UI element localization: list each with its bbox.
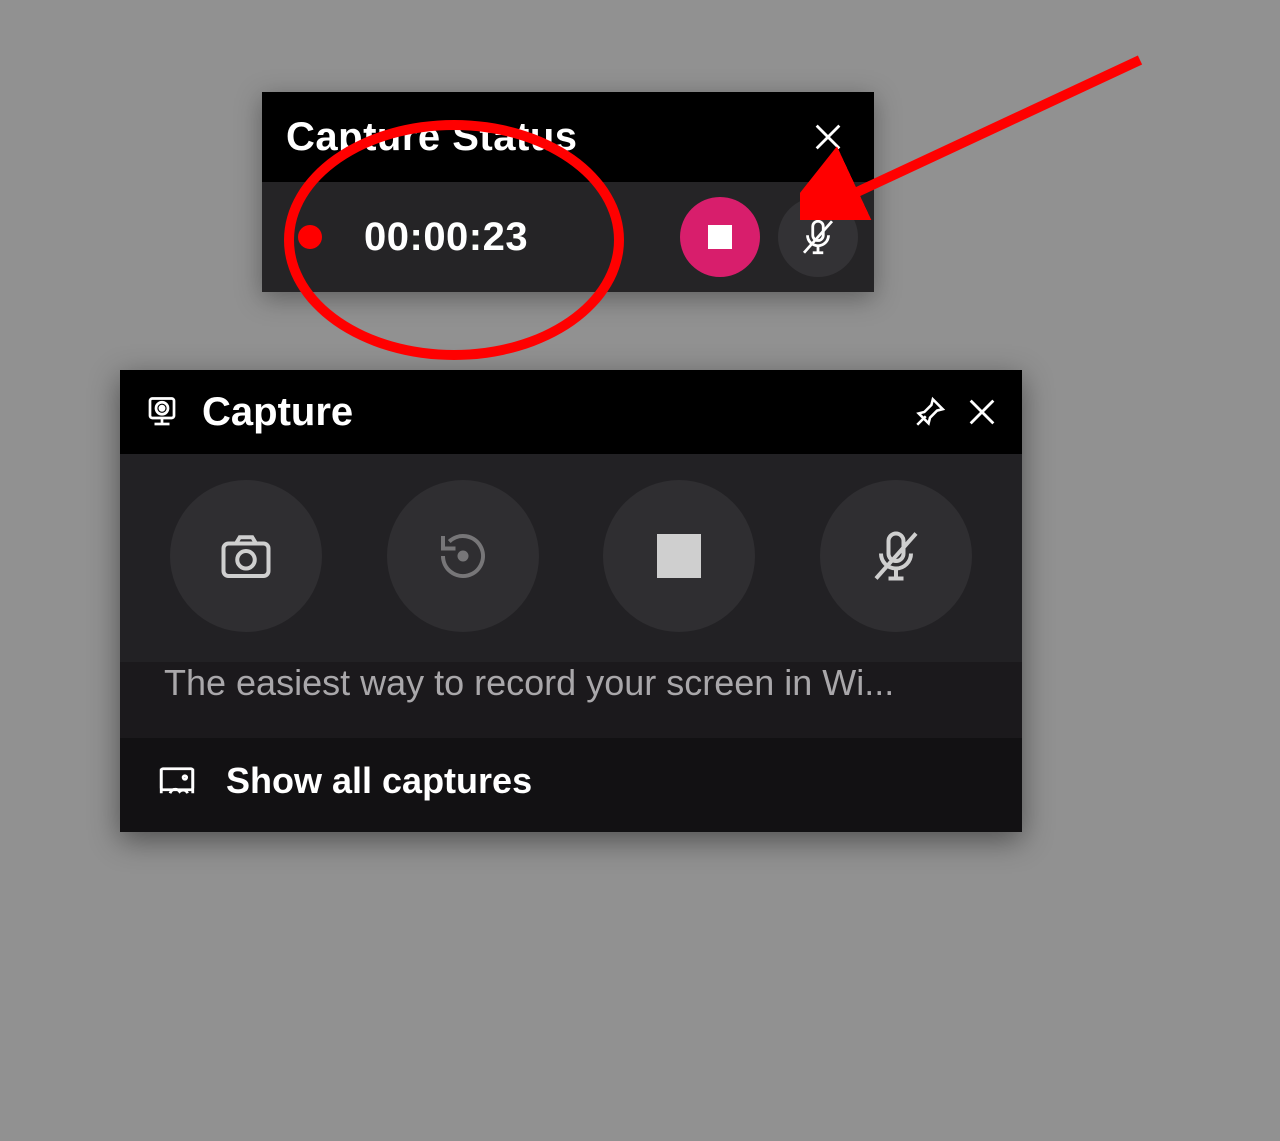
capture-status-title: Capture Status: [286, 115, 578, 160]
show-all-captures-button[interactable]: Show all captures: [120, 738, 1022, 832]
close-icon: [965, 395, 999, 429]
screenshot-button[interactable]: [170, 480, 322, 632]
capture-status-body: 00:00:23: [262, 182, 874, 292]
pin-widget-button[interactable]: [904, 386, 956, 438]
close-icon: [811, 120, 845, 154]
capture-widget-panel: Capture: [120, 370, 1022, 832]
replay-icon: [433, 526, 493, 586]
stop-recording-button-large[interactable]: [603, 480, 755, 632]
stop-icon: [708, 225, 732, 249]
capture-widget-close-button[interactable]: [956, 386, 1008, 438]
show-all-captures-label: Show all captures: [226, 760, 532, 802]
pin-icon: [913, 395, 947, 429]
capture-widget-header: Capture: [120, 370, 1022, 454]
capture-widget-title: Capture: [202, 390, 353, 435]
stop-recording-button[interactable]: [680, 197, 760, 277]
mic-toggle-button[interactable]: [778, 197, 858, 277]
mic-off-icon: [797, 216, 839, 258]
record-last-button[interactable]: [387, 480, 539, 632]
capture-current-target: The easiest way to record your screen in…: [120, 662, 1022, 738]
capture-status-header: Capture Status: [262, 92, 874, 182]
mic-off-icon: [866, 526, 926, 586]
recording-elapsed-time: 00:00:23: [364, 215, 528, 260]
capture-widget-actions: [120, 454, 1022, 662]
webcam-icon: [144, 394, 180, 430]
camera-icon: [216, 526, 276, 586]
mic-toggle-button-large[interactable]: [820, 480, 972, 632]
capture-status-panel: Capture Status 00:00:23: [262, 92, 874, 292]
capture-status-close-button[interactable]: [802, 111, 854, 163]
gallery-icon: [156, 760, 198, 802]
stop-icon: [657, 534, 701, 578]
recording-indicator-icon: [298, 225, 322, 249]
